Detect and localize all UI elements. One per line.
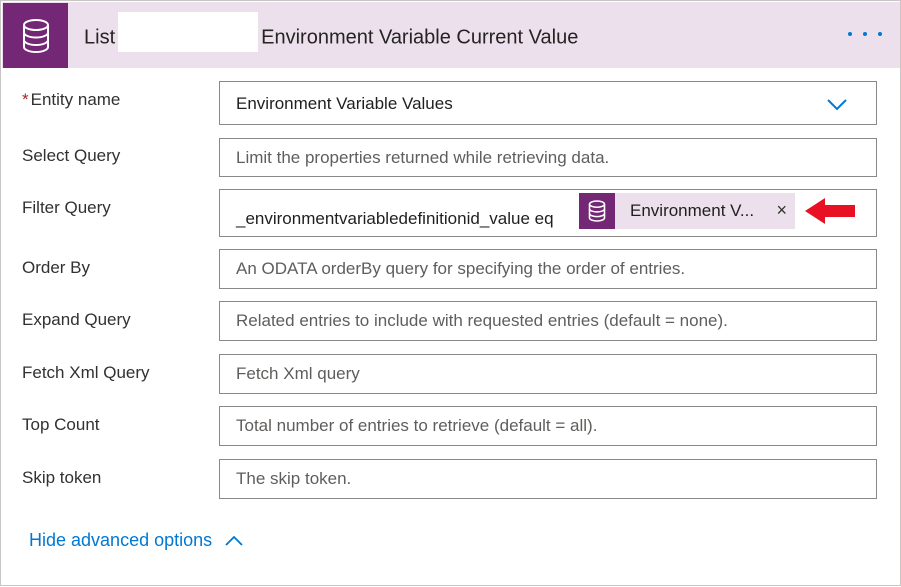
skip-token-placeholder: The skip token. xyxy=(236,469,352,488)
chevron-down-icon xyxy=(827,99,847,111)
top-count-input[interactable]: Total number of entries to retrieve (def… xyxy=(219,406,877,446)
fetch-xml-query-input[interactable]: Fetch Xml query xyxy=(219,354,877,394)
token-label: Environment V... xyxy=(630,201,755,220)
expand-query-label: Expand Query xyxy=(22,310,131,329)
red-arrow-icon xyxy=(805,198,855,224)
order-by-placeholder: An ODATA orderBy query for specifying th… xyxy=(236,259,686,278)
action-card: List Environment Variable Current Value *… xyxy=(0,0,901,586)
fetch-xml-query-placeholder: Fetch Xml query xyxy=(236,364,360,383)
title-prefix: List xyxy=(84,26,116,49)
entity-name-label: * Entity name xyxy=(22,90,121,109)
skip-token-label: Skip token xyxy=(22,468,102,487)
action-header[interactable]: List Environment Variable Current Value xyxy=(2,2,900,68)
chevron-up-icon xyxy=(225,535,243,546)
top-count-label: Top Count xyxy=(22,415,100,434)
title-suffix: Environment Variable Current Value xyxy=(261,26,579,49)
entity-name-value: Environment Variable Values xyxy=(236,94,453,113)
fetch-xml-query-label: Fetch Xml Query xyxy=(22,363,150,382)
filter-query-input[interactable]: _environmentvariabledefinitionid_value e… xyxy=(219,189,877,237)
dynamic-content-token[interactable]: Environment V... × xyxy=(579,193,795,229)
hide-advanced-options-link[interactable]: Hide advanced options xyxy=(29,530,244,551)
required-marker: * xyxy=(22,90,29,109)
expand-query-input[interactable]: Related entries to include with requeste… xyxy=(219,301,877,341)
expand-query-placeholder: Related entries to include with requeste… xyxy=(236,311,728,330)
close-icon[interactable]: × xyxy=(776,200,787,221)
order-by-label: Order By xyxy=(22,258,91,277)
filter-query-text: _environmentvariabledefinitionid_value e… xyxy=(236,209,554,228)
skip-token-input[interactable]: The skip token. xyxy=(219,459,877,499)
filter-query-label: Filter Query xyxy=(22,198,111,217)
redacted-text xyxy=(118,12,259,52)
database-icon xyxy=(579,193,615,229)
database-icon xyxy=(3,3,68,68)
entity-name-dropdown[interactable]: Environment Variable Values xyxy=(219,81,877,125)
select-query-label: Select Query xyxy=(22,146,121,165)
top-count-placeholder: Total number of entries to retrieve (def… xyxy=(236,416,598,435)
select-query-input[interactable]: Limit the properties returned while retr… xyxy=(219,138,877,177)
more-options-icon[interactable] xyxy=(848,22,882,46)
action-title: List Environment Variable Current Value xyxy=(84,12,579,52)
order-by-input[interactable]: An ODATA orderBy query for specifying th… xyxy=(219,249,877,289)
select-query-placeholder: Limit the properties returned while retr… xyxy=(236,148,610,167)
hide-advanced-options-label: Hide advanced options xyxy=(29,530,213,550)
